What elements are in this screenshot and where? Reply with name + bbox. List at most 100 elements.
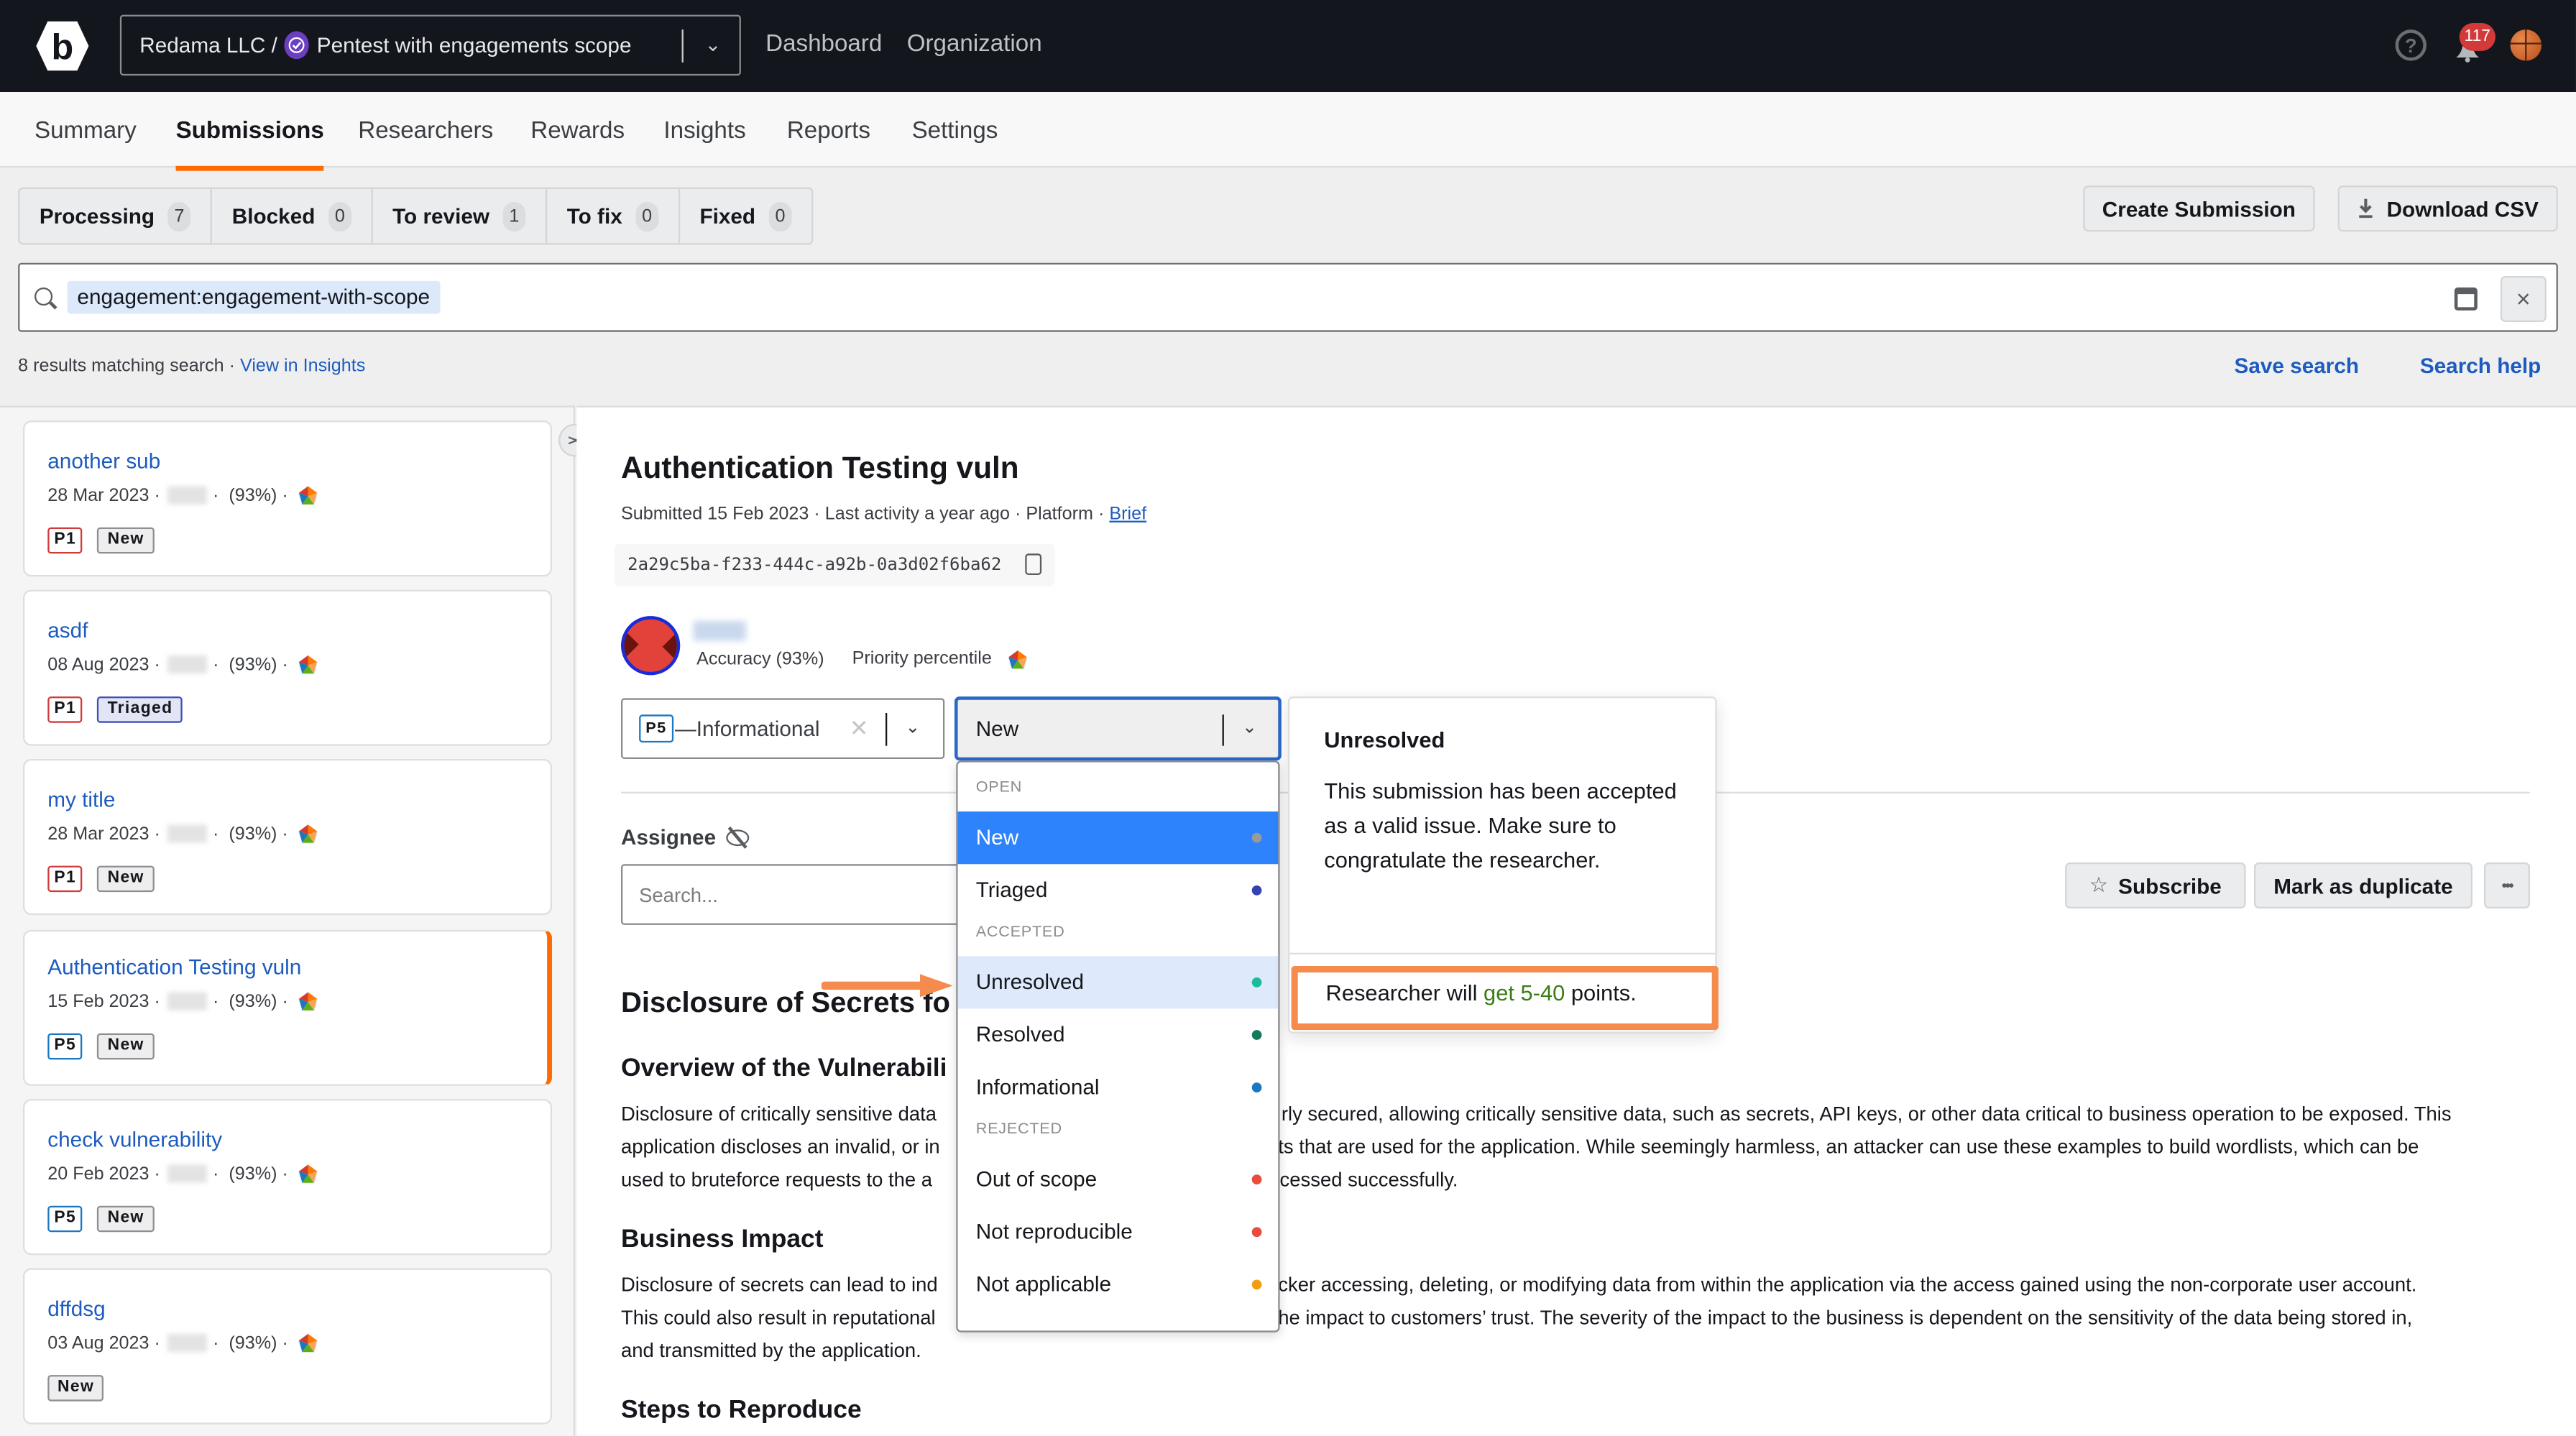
status-tab-fixed[interactable]: Fixed 0: [680, 189, 811, 243]
status-option-not-applicable[interactable]: Not applicable: [958, 1258, 1279, 1311]
download-csv-button[interactable]: Download CSV: [2337, 185, 2558, 232]
tab-insights[interactable]: Insights: [663, 119, 745, 145]
submission-card-meta: 28 Mar 2023 · · (93%) ·: [47, 484, 319, 506]
dropdown-group-label: REJECTED: [975, 1120, 1062, 1138]
view-in-insights-link[interactable]: View in Insights: [240, 356, 365, 376]
status-option-triaged[interactable]: Triaged: [958, 864, 1279, 916]
dropdown-group-label: OPEN: [975, 778, 1022, 797]
submission-card[interactable]: Authentication Testing vuln 15 Feb 2023 ·…: [22, 929, 552, 1086]
submission-card[interactable]: dffdsg 03 Aug 2023 · · (93%) · New: [22, 1268, 552, 1425]
status-option-label: Not applicable: [975, 1271, 1112, 1297]
submission-card-tags: P1 Triaged: [47, 696, 183, 723]
submission-card[interactable]: another sub 28 Mar 2023 · · (93%) · P1 New: [22, 420, 552, 577]
clear-severity-icon[interactable]: ✕: [850, 714, 869, 742]
last-activity: Last activity a year ago: [824, 504, 1010, 525]
researcher-avatar[interactable]: [620, 616, 681, 676]
researcher-accuracy: Accuracy (93%): [696, 649, 824, 670]
create-submission-label: Create Submission: [2102, 196, 2296, 221]
status-tab-processing[interactable]: Processing 7: [19, 188, 213, 244]
status-select[interactable]: New ⌄: [954, 696, 1282, 761]
submission-card-meta: 08 Aug 2023 · · (93%) ·: [47, 654, 319, 676]
status-color-dot-icon: [1251, 1030, 1262, 1040]
chevron-down-icon[interactable]: ⌄: [905, 717, 920, 737]
status-color-dot-icon: [1251, 885, 1262, 896]
save-search-button[interactable]: Save search: [2235, 353, 2359, 377]
mark-duplicate-button[interactable]: Mark as duplicate: [2253, 862, 2472, 908]
more-actions-button[interactable]: •••: [2483, 862, 2530, 908]
status-option-resolved[interactable]: Resolved: [958, 1008, 1279, 1061]
priority-percentile-text: Priority percentile: [852, 649, 992, 670]
severity-select[interactable]: P5 —Informational ✕ ⌄: [620, 698, 945, 759]
submission-card-title[interactable]: dffdsg: [47, 1296, 105, 1320]
points-range: get 5-40: [1484, 980, 1565, 1005]
separator-dot: ·: [1098, 504, 1110, 525]
status-option-informational[interactable]: Informational: [958, 1062, 1279, 1114]
submission-card-tags: P5 New: [47, 1033, 155, 1060]
dropdown-group-label: ACCEPTED: [975, 923, 1065, 942]
nav-dashboard[interactable]: Dashboard: [765, 31, 882, 57]
subscribe-button[interactable]: ☆ Subscribe: [2065, 862, 2246, 908]
status-color-dot-icon: [1251, 977, 1262, 988]
tab-settings[interactable]: Settings: [912, 119, 998, 145]
status-option-new[interactable]: New: [957, 811, 1279, 865]
search-query-chip[interactable]: engagement:engagement-with-scope: [67, 280, 440, 314]
help-circle-icon[interactable]: ?: [2395, 29, 2426, 61]
submission-card[interactable]: asdf 08 Aug 2023 · · (93%) · P1 Triaged: [22, 589, 552, 746]
researcher-name-redacted[interactable]: [693, 620, 746, 641]
submission-card-title[interactable]: check vulnerability: [47, 1127, 222, 1151]
submission-card-date: 28 Mar 2023: [47, 824, 150, 844]
program-selector[interactable]: Redama LLC / Pentest with engagements sc…: [119, 14, 741, 76]
points-callout: Researcher will get 5-40 points.: [1291, 965, 1719, 1031]
tab-submissions[interactable]: Submissions: [175, 119, 325, 171]
submission-card-tags: P5 New: [47, 1205, 155, 1233]
tab-researchers[interactable]: Researchers: [358, 119, 493, 145]
impact-line: and transmitted by the application.: [620, 1338, 921, 1362]
status-tab-blocked[interactable]: Blocked 0: [212, 188, 373, 244]
tab-rewards[interactable]: Rewards: [530, 119, 625, 145]
tab-reports[interactable]: Reports: [787, 119, 870, 145]
more-icon: •••: [2501, 877, 2514, 894]
status-option-label: Out of scope: [975, 1166, 1098, 1192]
business-impact-heading: Business Impact: [620, 1225, 824, 1253]
tab-summary[interactable]: Summary: [34, 119, 137, 145]
submission-card-date: 03 Aug 2023: [47, 1333, 150, 1353]
popover-title: Unresolved: [1324, 727, 1445, 752]
calendar-icon[interactable]: [2454, 287, 2478, 310]
submission-card-title[interactable]: another sub: [47, 448, 160, 473]
brief-link[interactable]: Brief: [1109, 505, 1146, 524]
status-option-out-of-scope[interactable]: Out of scope: [958, 1154, 1279, 1206]
steps-heading: Steps to Reproduce: [620, 1396, 862, 1425]
status-option-label: Not reproducible: [975, 1218, 1133, 1244]
submission-card-title[interactable]: Authentication Testing vuln: [47, 954, 301, 979]
submission-search[interactable]: engagement:engagement-with-scope ×: [18, 262, 2558, 332]
submission-card[interactable]: check vulnerability 20 Feb 2023 · · (93%) …: [22, 1099, 552, 1256]
status-color-dot-icon: [1251, 1279, 1262, 1290]
points-suffix: points.: [1565, 980, 1637, 1005]
submission-card-title[interactable]: my title: [47, 787, 115, 811]
nav-organization[interactable]: Organization: [907, 31, 1042, 57]
user-avatar[interactable]: [2510, 29, 2542, 61]
search-help-button[interactable]: Search help: [2420, 353, 2541, 377]
eye-off-icon[interactable]: [725, 829, 749, 845]
separator-dot: ·: [277, 1164, 288, 1184]
assignee-search-input[interactable]: Search...: [620, 864, 966, 925]
status-filter-tabs: Processing 7 Blocked 0 To review 1 To fix 0 …: [18, 187, 814, 245]
chevron-down-icon[interactable]: ⌄: [704, 33, 721, 56]
overview-line-right: cessed successfully.: [1279, 1168, 1458, 1192]
select-separator: [1222, 714, 1224, 746]
chevron-down-icon[interactable]: ⌄: [1242, 717, 1257, 737]
bugcrowd-logo-icon[interactable]: b: [34, 19, 91, 72]
status-option-unresolved[interactable]: Unresolved: [957, 956, 1279, 1009]
submission-card-title[interactable]: asdf: [47, 617, 88, 642]
clear-search-button[interactable]: ×: [2500, 275, 2547, 322]
status-tab-to-review[interactable]: To review 1: [373, 188, 548, 244]
status-option-not-reproducible[interactable]: Not reproducible: [958, 1206, 1279, 1258]
separator-dot: ·: [149, 824, 160, 844]
create-submission-button[interactable]: Create Submission: [2083, 185, 2315, 232]
separator-dot: ·: [277, 1333, 288, 1353]
separator-dot: ·: [277, 991, 288, 1011]
overview-heading: Overview of the Vulnerabili: [620, 1054, 947, 1083]
submission-card[interactable]: my title 28 Mar 2023 · · (93%) · P1 New: [22, 758, 552, 916]
status-tab-to-fix[interactable]: To fix 0: [547, 188, 681, 244]
copy-clipboard-icon[interactable]: [1025, 553, 1042, 575]
